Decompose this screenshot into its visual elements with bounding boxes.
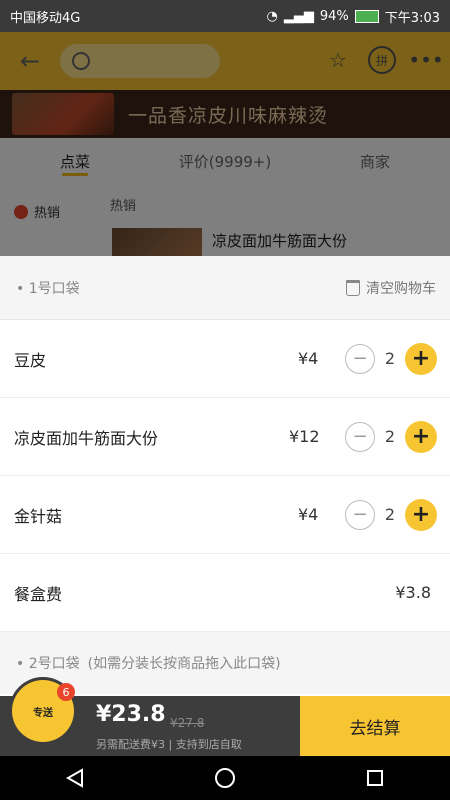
back-triangle-icon[interactable]: [55, 763, 95, 793]
checkout-button[interactable]: 去结算: [300, 696, 450, 756]
trash-icon: [346, 279, 360, 296]
plus-button[interactable]: +: [405, 420, 437, 453]
bag-1-label: • 1号口袋: [16, 280, 80, 297]
cart-item: 豆皮 ¥4 − 2 +: [0, 320, 450, 398]
quantity-stepper: − 2 +: [345, 498, 437, 531]
item-qty: 2: [384, 505, 396, 524]
status-bar: 中国移动4G ◔ ▂▄▆ 94% 下午3:03: [0, 0, 450, 32]
battery-label: 94%: [319, 8, 349, 24]
minus-button[interactable]: −: [345, 499, 375, 530]
fee-price: ¥3.8: [395, 583, 431, 602]
fee-name: 餐盒费: [14, 584, 63, 604]
item-price: ¥12: [289, 427, 320, 446]
cart-item: 凉皮面加牛筋面大份 ¥12 − 2 +: [0, 398, 450, 476]
quantity-stepper: − 2 +: [345, 420, 437, 453]
recents-square-icon[interactable]: [355, 763, 395, 793]
bag-1-header: • 1号口袋 清空购物车: [0, 256, 450, 320]
carrier-label: 中国移动4G: [10, 10, 81, 26]
cart-item: 金针菇 ¥4 − 2 +: [0, 476, 450, 554]
system-nav-bar: [0, 756, 450, 800]
cart-count-badge: 6: [57, 683, 75, 701]
original-price: ¥27.8: [170, 716, 205, 730]
dim-overlay[interactable]: [0, 32, 450, 256]
delivery-note: 另需配送费¥3 | 支持到店自取: [96, 738, 242, 751]
clear-cart-label: 清空购物车: [366, 280, 436, 297]
signal-icon: ▂▄▆: [283, 8, 314, 24]
plus-button[interactable]: +: [405, 498, 437, 531]
time-label: 下午3:03: [384, 10, 440, 26]
item-qty: 2: [384, 349, 396, 368]
packaging-fee-row: 餐盒费 ¥3.8: [0, 554, 450, 632]
battery-icon: [354, 9, 379, 23]
quantity-stepper: − 2 +: [345, 342, 437, 375]
express-label: 专送: [33, 707, 53, 719]
clear-cart-button[interactable]: 清空购物车: [346, 278, 436, 298]
total-price: ¥23.8: [96, 702, 166, 727]
item-price: ¥4: [298, 349, 319, 368]
bag-2-hint: (如需分装长按商品拖入此口袋): [87, 656, 281, 672]
wifi-icon: ◔: [266, 8, 278, 24]
bag-2-label: • 2号口袋: [16, 656, 80, 672]
item-price: ¥4: [298, 505, 319, 524]
item-qty: 2: [384, 427, 396, 446]
plus-button[interactable]: +: [405, 342, 437, 375]
minus-button[interactable]: −: [345, 421, 375, 452]
minus-button[interactable]: −: [345, 343, 375, 374]
home-circle-icon[interactable]: [205, 763, 245, 793]
cart-sheet: • 1号口袋 清空购物车 豆皮 ¥4 − 2 + 凉皮面加牛筋面大份 ¥12 −…: [0, 256, 450, 696]
